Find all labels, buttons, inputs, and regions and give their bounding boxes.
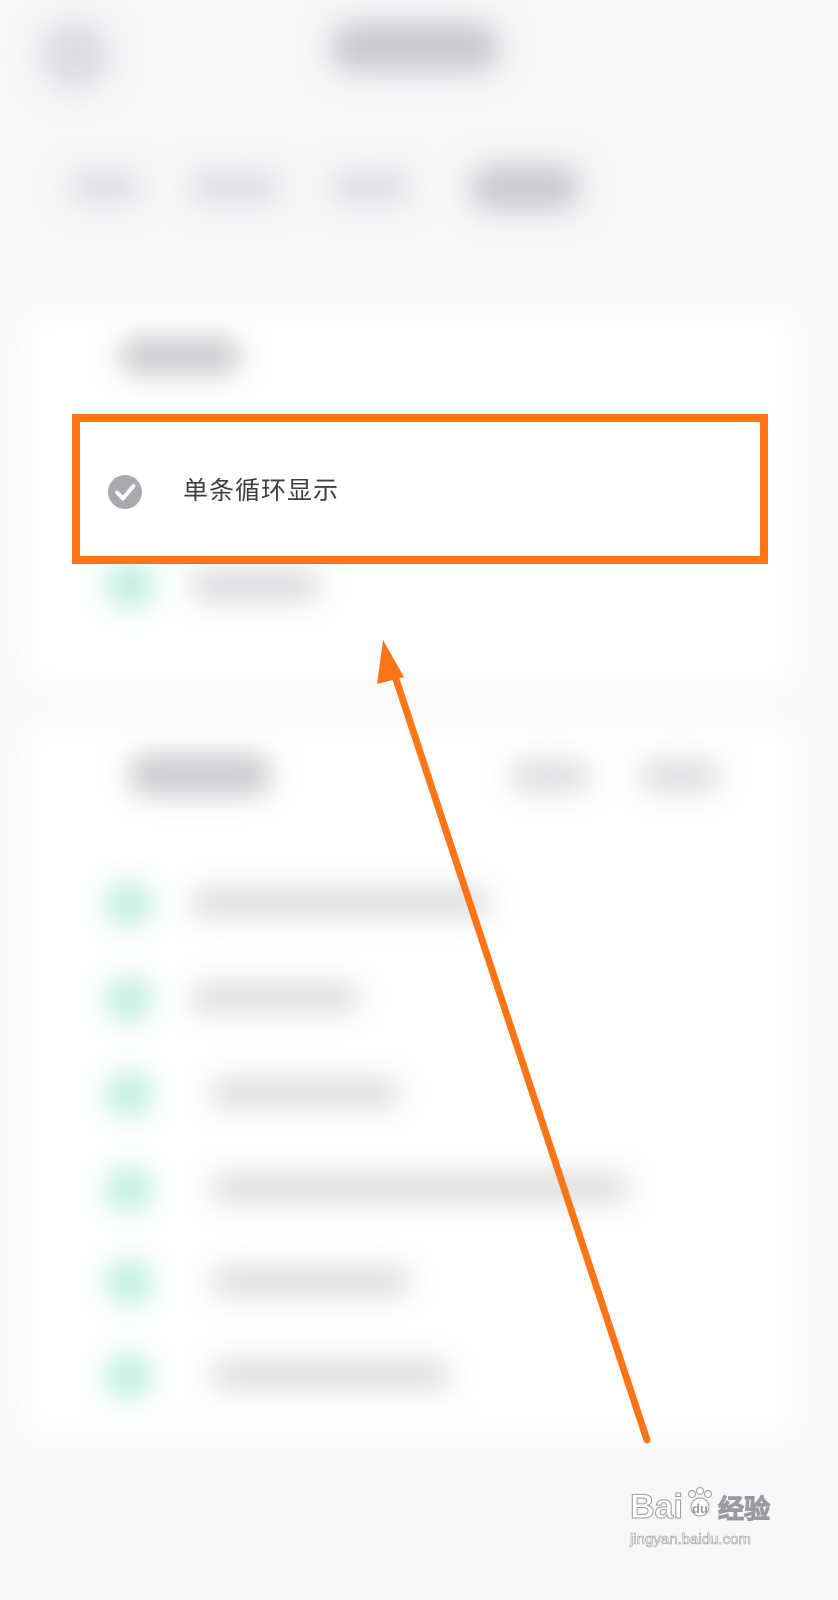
annotation-arrow: [377, 640, 651, 1444]
watermark-product: 经验: [718, 1494, 770, 1525]
watermark-url: jingyan.baidu.com: [629, 1531, 751, 1548]
baidu-jingyan-watermark: Bai du 经验 jingyan.baidu.com: [628, 1480, 778, 1554]
watermark-brand: Bai: [630, 1488, 683, 1526]
watermark-brand-suffix: du: [692, 1501, 708, 1516]
